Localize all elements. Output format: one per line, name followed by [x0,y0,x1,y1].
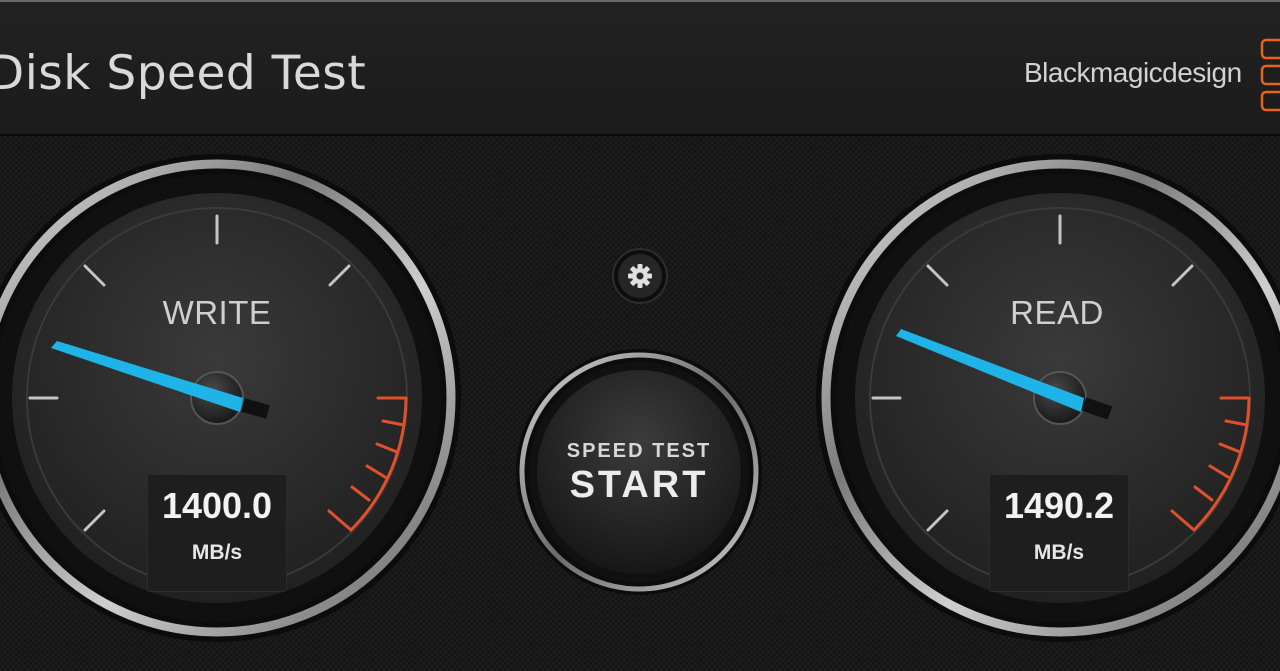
read-value: 1490.2 [1003,485,1115,526]
read-label: READ [1010,294,1104,331]
start-button-subtitle: SPEED TEST [566,440,712,462]
gear-icon [628,264,652,288]
settings-button[interactable] [612,248,668,304]
read-readout: 1490.2 MB/s [989,474,1129,592]
read-unit: MB/s [1033,541,1085,564]
start-button-label: START [569,464,709,506]
